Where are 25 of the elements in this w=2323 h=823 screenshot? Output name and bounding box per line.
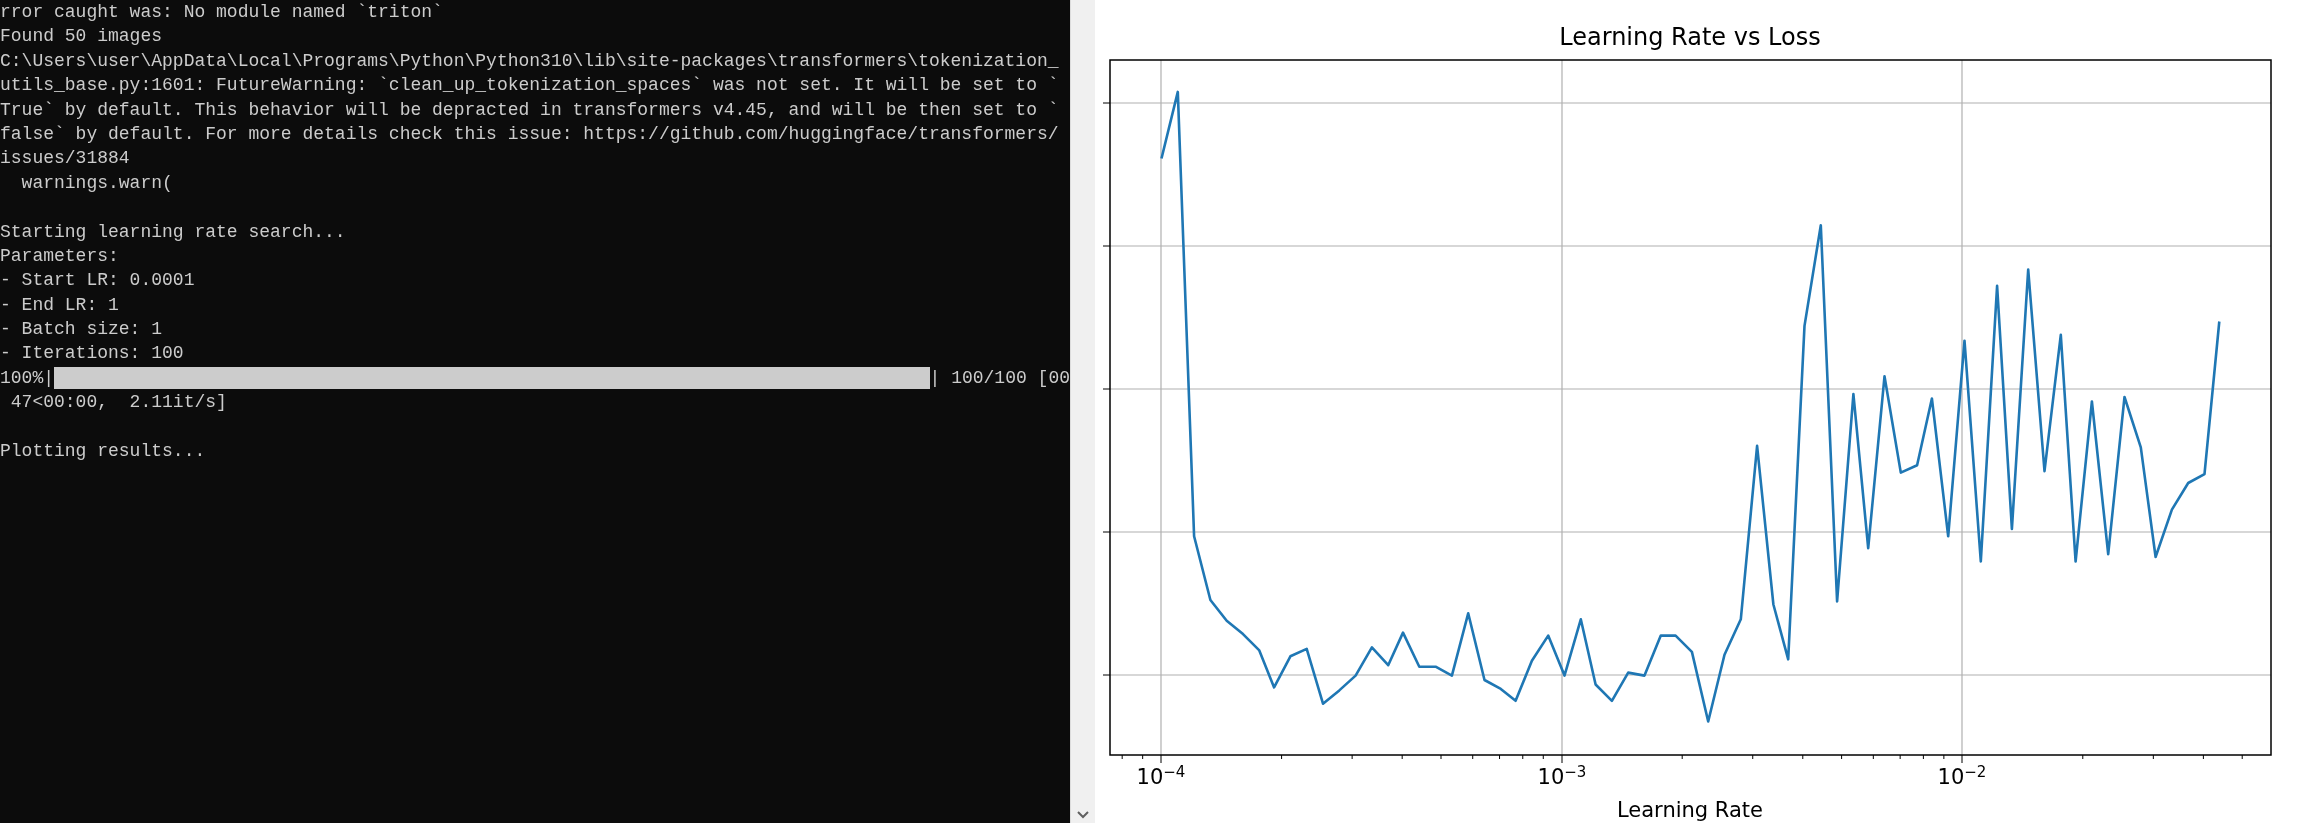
x-axis-label: Learning Rate <box>1617 797 1763 823</box>
chart-title: Learning Rate vs Loss <box>1559 22 1821 52</box>
terminal-line: Plotting results... <box>0 440 207 464</box>
terminal-line: rror caught was: No module named `triton` <box>0 1 444 24</box>
terminal-line: - Iterations: 100 <box>0 342 185 366</box>
terminal-line: - Batch size: 1 <box>0 318 164 342</box>
terminal-line: Found 50 images <box>0 25 164 49</box>
terminal-line: Starting learning rate search... <box>0 220 347 244</box>
terminal-line: false` by default. For more details check this issue: https://github.com/huggingface/transformers/ <box>0 122 1060 146</box>
terminal-line: 47<00:00, 2.11it/s] <box>9 391 228 415</box>
terminal-line: issues/31884 <box>0 147 131 171</box>
x-tick-label: 10$^{−3}$ <box>1537 764 1587 790</box>
terminal-line: Parameters: <box>0 244 120 268</box>
terminal-line: - Start LR: 0.0001 <box>0 269 196 293</box>
terminal-line: True` by default. This behavior will be depracted in transformers v4.45, and will be then set to ` <box>0 98 1060 122</box>
x-tick-label: 10$^{−4}$ <box>1136 764 1186 790</box>
progress-percent: 100%| <box>0 366 54 390</box>
terminal-line: warnings.warn( <box>20 171 174 195</box>
terminal-line: utils_base.py:1601: FutureWarning: `clean_up_tokenization_spaces` was not set. It will be set to ` <box>0 74 1060 98</box>
chevron-down-icon[interactable] <box>1077 811 1089 819</box>
scrollbar[interactable] <box>1070 0 1095 823</box>
x-tick-label: 10$^{−2}$ <box>1937 764 1987 790</box>
progress-count: | 100/100 [00 <box>929 366 1070 390</box>
terminal-line: C:\Users\user\AppData\Local\Programs\Python\Python310\lib\site-packages\transformers\tokenization_ <box>0 49 1060 73</box>
terminal-line: - End LR: 1 <box>0 293 120 317</box>
